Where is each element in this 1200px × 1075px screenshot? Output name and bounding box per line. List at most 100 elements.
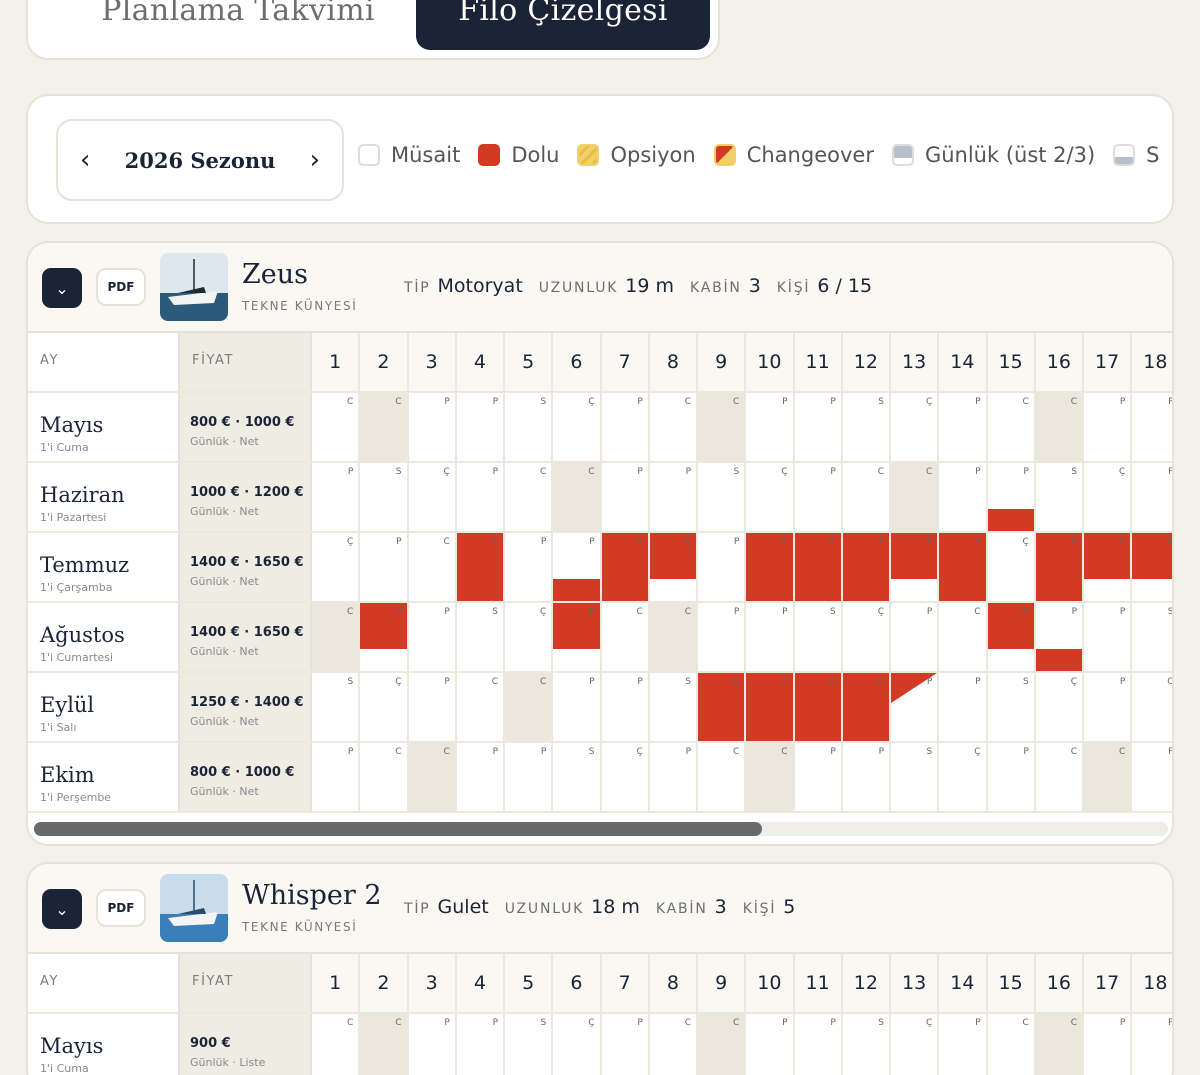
day-cell[interactable]: C [698, 743, 747, 811]
day-cell[interactable]: P [939, 1014, 988, 1075]
day-cell[interactable]: P [891, 533, 940, 601]
day-cell[interactable]: C [794, 533, 843, 601]
day-cell[interactable]: P [891, 673, 940, 741]
day-cell[interactable]: C [601, 603, 650, 671]
day-cell[interactable]: P [794, 393, 843, 461]
day-cell[interactable]: Ç [891, 393, 940, 461]
day-cell[interactable]: Ç [1084, 463, 1133, 531]
pdf-button[interactable]: PDF [96, 889, 146, 927]
day-cell[interactable]: Ç [987, 533, 1036, 601]
day-cell[interactable]: C [1084, 533, 1133, 601]
day-cell[interactable]: P [1035, 603, 1084, 671]
day-cell[interactable]: C [939, 603, 988, 671]
day-cell[interactable]: P [408, 603, 457, 671]
day-cell[interactable]: S [360, 463, 409, 531]
day-cell[interactable]: S [456, 603, 505, 671]
day-cell[interactable]: P [601, 393, 650, 461]
day-cell[interactable]: P [1132, 743, 1172, 811]
day-cell[interactable]: S [891, 743, 940, 811]
day-cell[interactable]: Ç [698, 673, 747, 741]
day-cell[interactable]: C [698, 393, 747, 461]
day-cell[interactable]: P [842, 743, 891, 811]
day-cell[interactable]: P [746, 603, 795, 671]
day-cell[interactable]: P [456, 1014, 505, 1075]
day-cell[interactable]: C [360, 1014, 409, 1075]
day-cell[interactable]: C [1132, 533, 1172, 601]
day-cell[interactable]: P [601, 1014, 650, 1075]
day-cell[interactable]: P [360, 603, 409, 671]
day-cell[interactable]: S [553, 743, 602, 811]
day-cell[interactable]: C [1035, 393, 1084, 461]
day-cell[interactable]: Ç [312, 533, 361, 601]
day-cell[interactable]: C [312, 603, 361, 671]
day-cell[interactable]: C [312, 393, 361, 461]
day-cell[interactable]: P [1084, 393, 1133, 461]
day-cell[interactable]: P [456, 743, 505, 811]
day-cell[interactable]: S [505, 1014, 554, 1075]
day-cell[interactable]: P [505, 743, 554, 811]
day-cell[interactable]: Ç [360, 673, 409, 741]
day-cell[interactable]: P [649, 743, 698, 811]
day-cell[interactable]: C [842, 673, 891, 741]
day-cell[interactable]: Ç [1035, 673, 1084, 741]
day-cell[interactable]: C [842, 463, 891, 531]
day-cell[interactable]: C [360, 393, 409, 461]
day-cell[interactable]: C [698, 1014, 747, 1075]
day-cell[interactable]: C [649, 603, 698, 671]
day-cell[interactable]: P [746, 1014, 795, 1075]
day-cell[interactable]: P [1132, 393, 1172, 461]
day-cell[interactable]: Ç [649, 533, 698, 601]
day-cell[interactable]: C [505, 463, 554, 531]
day-cell[interactable]: P [698, 533, 747, 601]
day-cell[interactable]: P [939, 463, 988, 531]
day-cell[interactable]: C [456, 533, 505, 601]
day-cell[interactable]: P [601, 463, 650, 531]
day-cell[interactable]: C [746, 743, 795, 811]
day-cell[interactable]: C [505, 673, 554, 741]
season-next-button[interactable]: › [310, 145, 320, 175]
day-cell[interactable]: P [601, 673, 650, 741]
day-cell[interactable]: P [408, 673, 457, 741]
day-cell[interactable]: S [1035, 463, 1084, 531]
day-cell[interactable]: C [649, 393, 698, 461]
collapse-toggle-button[interactable]: ⌄ [42, 889, 82, 929]
day-cell[interactable]: P [794, 743, 843, 811]
day-cell[interactable]: Ç [505, 603, 554, 671]
day-cell[interactable]: P [408, 393, 457, 461]
collapse-toggle-button[interactable]: ⌄ [42, 268, 82, 308]
day-cell[interactable]: P [939, 393, 988, 461]
day-cell[interactable]: Ç [842, 603, 891, 671]
day-cell[interactable]: C [1132, 673, 1172, 741]
day-cell[interactable]: C [987, 393, 1036, 461]
day-cell[interactable]: P [1084, 673, 1133, 741]
tab-planning-calendar[interactable]: Planlama Takvimi [68, 0, 408, 50]
day-cell[interactable]: C [794, 673, 843, 741]
day-cell[interactable]: P [939, 673, 988, 741]
day-cell[interactable]: P [746, 673, 795, 741]
day-cell[interactable]: P [987, 743, 1036, 811]
day-cell[interactable]: P [1035, 533, 1084, 601]
day-cell[interactable]: P [842, 533, 891, 601]
day-cell[interactable]: S [842, 393, 891, 461]
day-cell[interactable]: S [649, 673, 698, 741]
day-cell[interactable]: S [987, 673, 1036, 741]
season-prev-button[interactable]: ‹ [80, 145, 90, 175]
day-cell[interactable]: P [746, 393, 795, 461]
day-cell[interactable]: C [1035, 743, 1084, 811]
day-cell[interactable]: P [553, 673, 602, 741]
day-cell[interactable]: P [456, 463, 505, 531]
day-cell[interactable]: C [891, 463, 940, 531]
day-cell[interactable]: S [505, 393, 554, 461]
day-cell[interactable]: S [1132, 603, 1172, 671]
day-cell[interactable]: P [360, 533, 409, 601]
day-cell[interactable]: C [408, 743, 457, 811]
day-cell[interactable]: C [408, 533, 457, 601]
day-cell[interactable]: C [987, 1014, 1036, 1075]
day-cell[interactable]: C [312, 1014, 361, 1075]
day-cell[interactable]: Ç [601, 743, 650, 811]
day-cell[interactable]: P [312, 743, 361, 811]
day-cell[interactable]: P [1132, 463, 1172, 531]
day-cell[interactable]: P [1084, 1014, 1133, 1075]
pdf-button[interactable]: PDF [96, 268, 146, 306]
day-cell[interactable]: Ç [939, 743, 988, 811]
